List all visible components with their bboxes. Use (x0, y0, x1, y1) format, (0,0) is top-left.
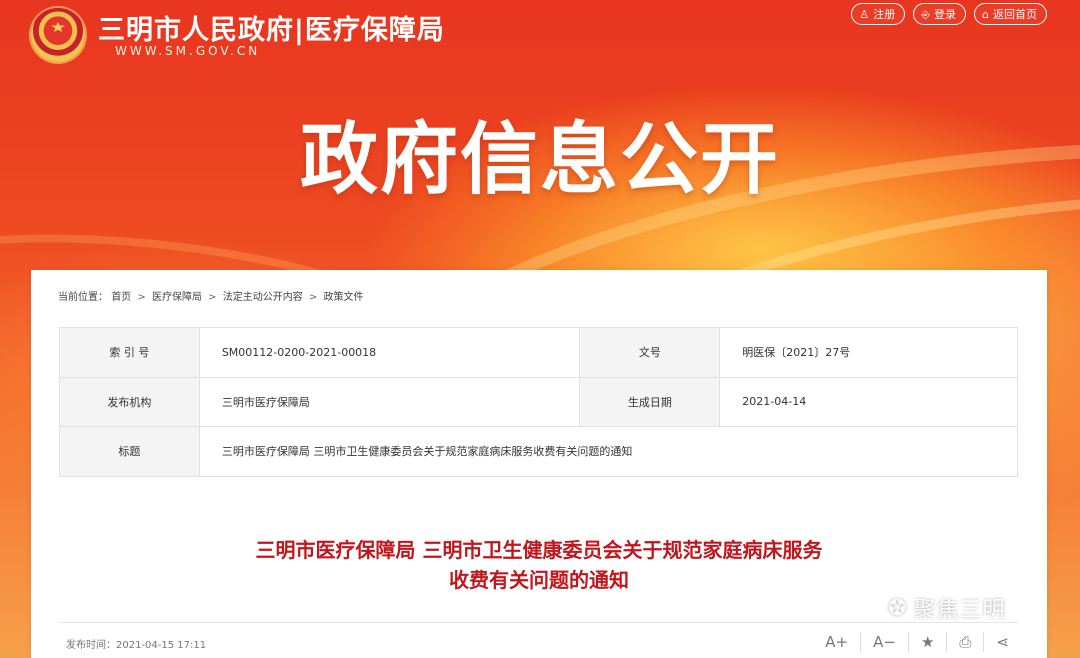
article-title-line: 三明市医疗保障局 三明市卫生健康委员会关于规范家庭病床服务 (255, 538, 823, 562)
watermark: ✪ 聚焦三明 (888, 592, 1005, 624)
site-url: WWW.SM.GOV.CN (115, 44, 261, 58)
date-label: 生成日期 (579, 376, 721, 427)
doc-number-value: 明医保〔2021〕27号 (719, 327, 1018, 378)
login-label: 登录 (934, 8, 957, 21)
breadcrumb-link-home[interactable]: 首页 (111, 292, 131, 303)
breadcrumb-separator: > (137, 292, 146, 303)
font-decrease-icon[interactable]: A− (860, 632, 908, 652)
breadcrumb: 当前位置： 首页 > 医疗保障局 > 法定主动公开内容 > 政策文件 (58, 288, 363, 303)
publish-time: 发布时间：2021-04-15 17:11 (66, 640, 207, 651)
publisher-value: 三明市医疗保障局 (198, 376, 581, 427)
article-title-line: 收费有关问题的通知 (449, 568, 629, 592)
watermark-text: 聚焦三明 (913, 598, 1006, 623)
document-info-table: 索 引 号 SM00112-0200-2021-00018 文号 明医保〔202… (59, 327, 1019, 477)
breadcrumb-link-policy[interactable]: 政策文件 (323, 292, 363, 303)
home-label: 返回首页 (993, 8, 1037, 21)
article-title: 三明市医疗保障局 三明市卫生健康委员会关于规范家庭病床服务 收费有关问题的通知 (31, 535, 1047, 595)
date-value: 2021-04-14 (719, 376, 1018, 427)
doc-number-label: 文号 (579, 327, 721, 378)
national-emblem-icon (31, 8, 85, 62)
title-label: 标题 (59, 426, 200, 477)
title-value: 三明市医疗保障局 三明市卫生健康委员会关于规范家庭病床服务收费有关问题的通知 (198, 426, 1019, 477)
home-button[interactable]: ⌂ 返回首页 (974, 3, 1047, 25)
home-icon: ⌂ (982, 7, 989, 21)
user-icon: ♙ (859, 7, 870, 21)
breadcrumb-link-statutory[interactable]: 法定主动公开内容 (223, 292, 303, 303)
divider (59, 622, 1018, 623)
favorite-icon[interactable]: ★ (907, 632, 946, 652)
site-title[interactable]: 三明市人民政府|医疗保障局 (98, 8, 445, 47)
table-row: 索 引 号 SM00112-0200-2021-00018 文号 明医保〔202… (59, 327, 1018, 378)
share-icon[interactable]: ⋖ (983, 632, 1021, 652)
login-button[interactable]: ⎆ 登录 (913, 3, 967, 25)
login-icon: ⎆ (921, 7, 931, 21)
hero-title: 政府信息公开 (299, 115, 780, 205)
breadcrumb-separator: > (208, 292, 217, 303)
register-button[interactable]: ♙ 注册 (851, 3, 906, 25)
print-icon[interactable]: ⎙ (946, 632, 983, 652)
breadcrumb-separator: > (308, 292, 318, 303)
index-value: SM00112-0200-2021-00018 (198, 327, 581, 378)
table-row: 标题 三明市医疗保障局 三明市卫生健康委员会关于规范家庭病床服务收费有关问题的通… (59, 426, 1019, 477)
table-row: 发布机构 三明市医疗保障局 生成日期 2021-04-14 (59, 376, 1018, 427)
publisher-label: 发布机构 (59, 376, 200, 427)
index-label: 索 引 号 (59, 327, 200, 378)
font-increase-icon[interactable]: A+ (813, 632, 860, 652)
breadcrumb-link-bureau[interactable]: 医疗保障局 (152, 292, 202, 303)
wechat-icon: ✪ (888, 595, 908, 621)
article-toolbar: A+ A− ★ ⎙ ⋖ (813, 632, 1021, 652)
breadcrumb-prefix: 当前位置： (58, 292, 108, 303)
register-label: 注册 (873, 8, 896, 21)
top-actions: ♙ 注册 ⎆ 登录 ⌂ 返回首页 (851, 3, 1047, 25)
